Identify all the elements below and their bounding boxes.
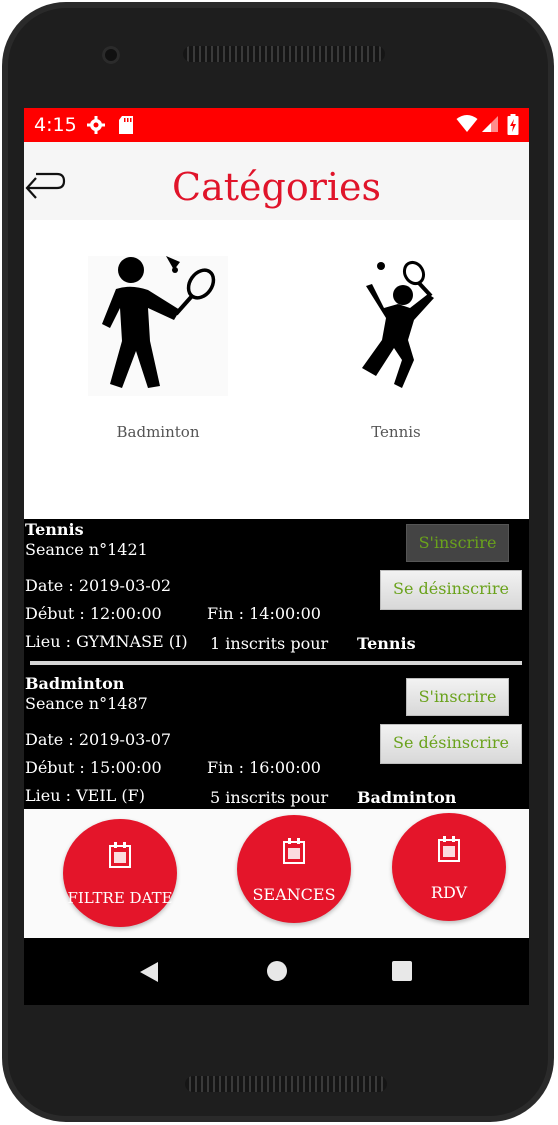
categories-panel: Badminton Tennis (24, 220, 529, 519)
session-registered-sport: Tennis (357, 634, 416, 653)
session-sport: Badminton (25, 674, 125, 693)
seances-button[interactable]: SEANCES (237, 815, 351, 923)
unregister-button[interactable]: Se désinscrire (380, 724, 522, 764)
top-speaker (183, 46, 385, 62)
session-start: Début : 12:00:00 (25, 604, 162, 623)
settings-icon (87, 116, 105, 134)
session-end: Fin : 16:00:00 (207, 758, 321, 777)
session-end: Fin : 14:00:00 (207, 604, 321, 623)
battery-icon (507, 114, 519, 135)
fab-label: SEANCES (252, 885, 336, 904)
tennis-player-icon (362, 260, 434, 388)
calendar-icon (438, 836, 460, 862)
session-date: Date : 2019-03-02 (25, 576, 172, 595)
calendar-icon (109, 842, 131, 868)
session-date: Date : 2019-03-07 (25, 730, 172, 749)
list-divider (30, 661, 522, 665)
status-time: 4:15 (34, 114, 77, 136)
page-title: Catégories (172, 165, 381, 209)
badminton-player-icon (88, 256, 228, 396)
category-label-badminton: Badminton (116, 423, 200, 441)
category-badminton[interactable] (88, 256, 228, 396)
session-registered-count: 1 inscrits pour (210, 634, 329, 653)
system-nav-bar (24, 938, 529, 1005)
session-registered-sport: Badminton (357, 788, 457, 807)
session-number: Seance n°1487 (25, 694, 148, 713)
volume-button (548, 292, 554, 364)
session-number: Seance n°1421 (25, 540, 148, 559)
sessions-list[interactable]: Tennis Seance n°1421 S'inscrire Date : 2… (24, 519, 529, 809)
nav-recents-icon[interactable] (392, 961, 412, 981)
fab-label: FILTRE DATE (67, 889, 173, 907)
nav-home-icon[interactable] (266, 960, 288, 982)
session-registered-count: 5 inscrits pour (210, 788, 329, 807)
front-camera (102, 46, 120, 64)
register-button[interactable]: S'inscrire (406, 678, 509, 716)
category-tennis[interactable] (348, 256, 448, 396)
signal-icon (482, 116, 498, 132)
session-location: Lieu : VEIL (F) (25, 786, 145, 805)
session-start: Début : 15:00:00 (25, 758, 162, 777)
power-button (548, 422, 554, 468)
fab-label: RDV (430, 883, 468, 902)
bottom-action-bar: FILTRE DATE SEANCES RDV (24, 809, 529, 938)
bottom-speaker (185, 1076, 387, 1092)
sd-card-icon (119, 116, 133, 134)
category-label-tennis: Tennis (371, 423, 421, 441)
calendar-icon (283, 838, 305, 864)
session-location: Lieu : GYMNASE (I) (25, 632, 188, 651)
session-sport: Tennis (25, 520, 84, 539)
register-button[interactable]: S'inscrire (406, 524, 509, 562)
filter-date-button[interactable]: FILTRE DATE (63, 819, 177, 927)
status-bar: 4:15 (24, 108, 529, 142)
nav-back-icon[interactable] (138, 960, 160, 984)
unregister-button[interactable]: Se désinscrire (380, 570, 522, 610)
wifi-icon (456, 115, 478, 132)
screen: 4:15 Catégories Badminton Tennis Tennis … (24, 108, 529, 1005)
rdv-button[interactable]: RDV (392, 813, 506, 921)
